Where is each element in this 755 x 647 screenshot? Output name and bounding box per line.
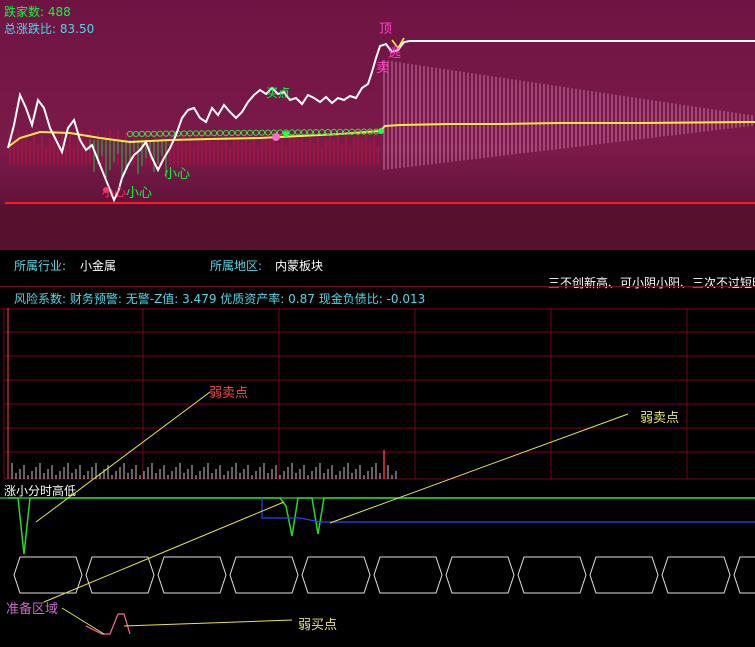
risk-details: 财务预警: 无警-Z值: 3.479 优质资产率: 0.87 现金负债比: -0… — [69, 292, 426, 306]
buy-signal-marker — [272, 133, 280, 141]
decline-value: 488 — [47, 5, 71, 19]
sell-signal-label-2: 卖 — [376, 61, 390, 76]
industry-label: 所属行业: — [14, 259, 67, 273]
caution-label-c: 小心 — [102, 185, 127, 199]
indicator-panel[interactable]: 弱卖点 弱卖点 涨小分时高低 准备区域 弱买点 — [0, 308, 755, 647]
weak-buy-label: 弱买点 — [298, 618, 338, 633]
intraday-price-chart[interactable]: 跌家数: 488 总涨跌比: 83.50 顶 逃 卖 买点 小心 小心 小心 — [0, 0, 755, 250]
caution-label-b: 小心 — [126, 186, 153, 201]
sell-signal-label-1: 逃 — [388, 46, 402, 61]
green-point-marker — [283, 131, 289, 137]
green-point-marker-2 — [378, 128, 384, 134]
prepare-zone-label: 准备区域 — [6, 602, 59, 617]
info-divider — [0, 286, 755, 287]
ratio-label: 总涨跌比: — [4, 22, 57, 36]
decline-label: 跌家数: — [4, 5, 45, 19]
industry-value[interactable]: 小金属 — [80, 257, 116, 274]
panel-background — [0, 308, 755, 647]
risk-label: 风险系数: — [14, 292, 67, 306]
decline-count: 跌家数: 488 — [4, 3, 71, 20]
indicator-title: 涨小分时高低 — [4, 484, 77, 498]
top-signal-label: 顶 — [379, 22, 393, 37]
region-label: 所属地区: — [210, 259, 263, 273]
stock-info-strip: 所属行业: 小金属 所属地区: 内蒙板块 三不创新高、可小阴小阳、三次不过短时 … — [0, 250, 755, 308]
ratio-value: 83.50 — [59, 22, 95, 36]
risk-factor-row: 风险系数: 财务预警: 无警-Z值: 3.479 优质资产率: 0.87 现金负… — [14, 290, 425, 307]
buy-point-tag: 买点 — [266, 86, 291, 100]
region-value[interactable]: 内蒙板块 — [275, 257, 323, 274]
weak-sell-label-1: 弱卖点 — [209, 386, 249, 401]
chart-lower-zone — [0, 205, 755, 250]
scrolling-tip-text: 三不创新高、可小阴小阳、三次不过短时 — [548, 276, 755, 290]
weak-sell-label-2: 弱卖点 — [640, 411, 680, 426]
advance-decline-ratio: 总涨跌比: 83.50 — [4, 20, 94, 37]
caution-label-a: 小心 — [164, 167, 191, 182]
intraday-chart-svg — [0, 0, 755, 250]
indicator-svg — [0, 308, 755, 647]
